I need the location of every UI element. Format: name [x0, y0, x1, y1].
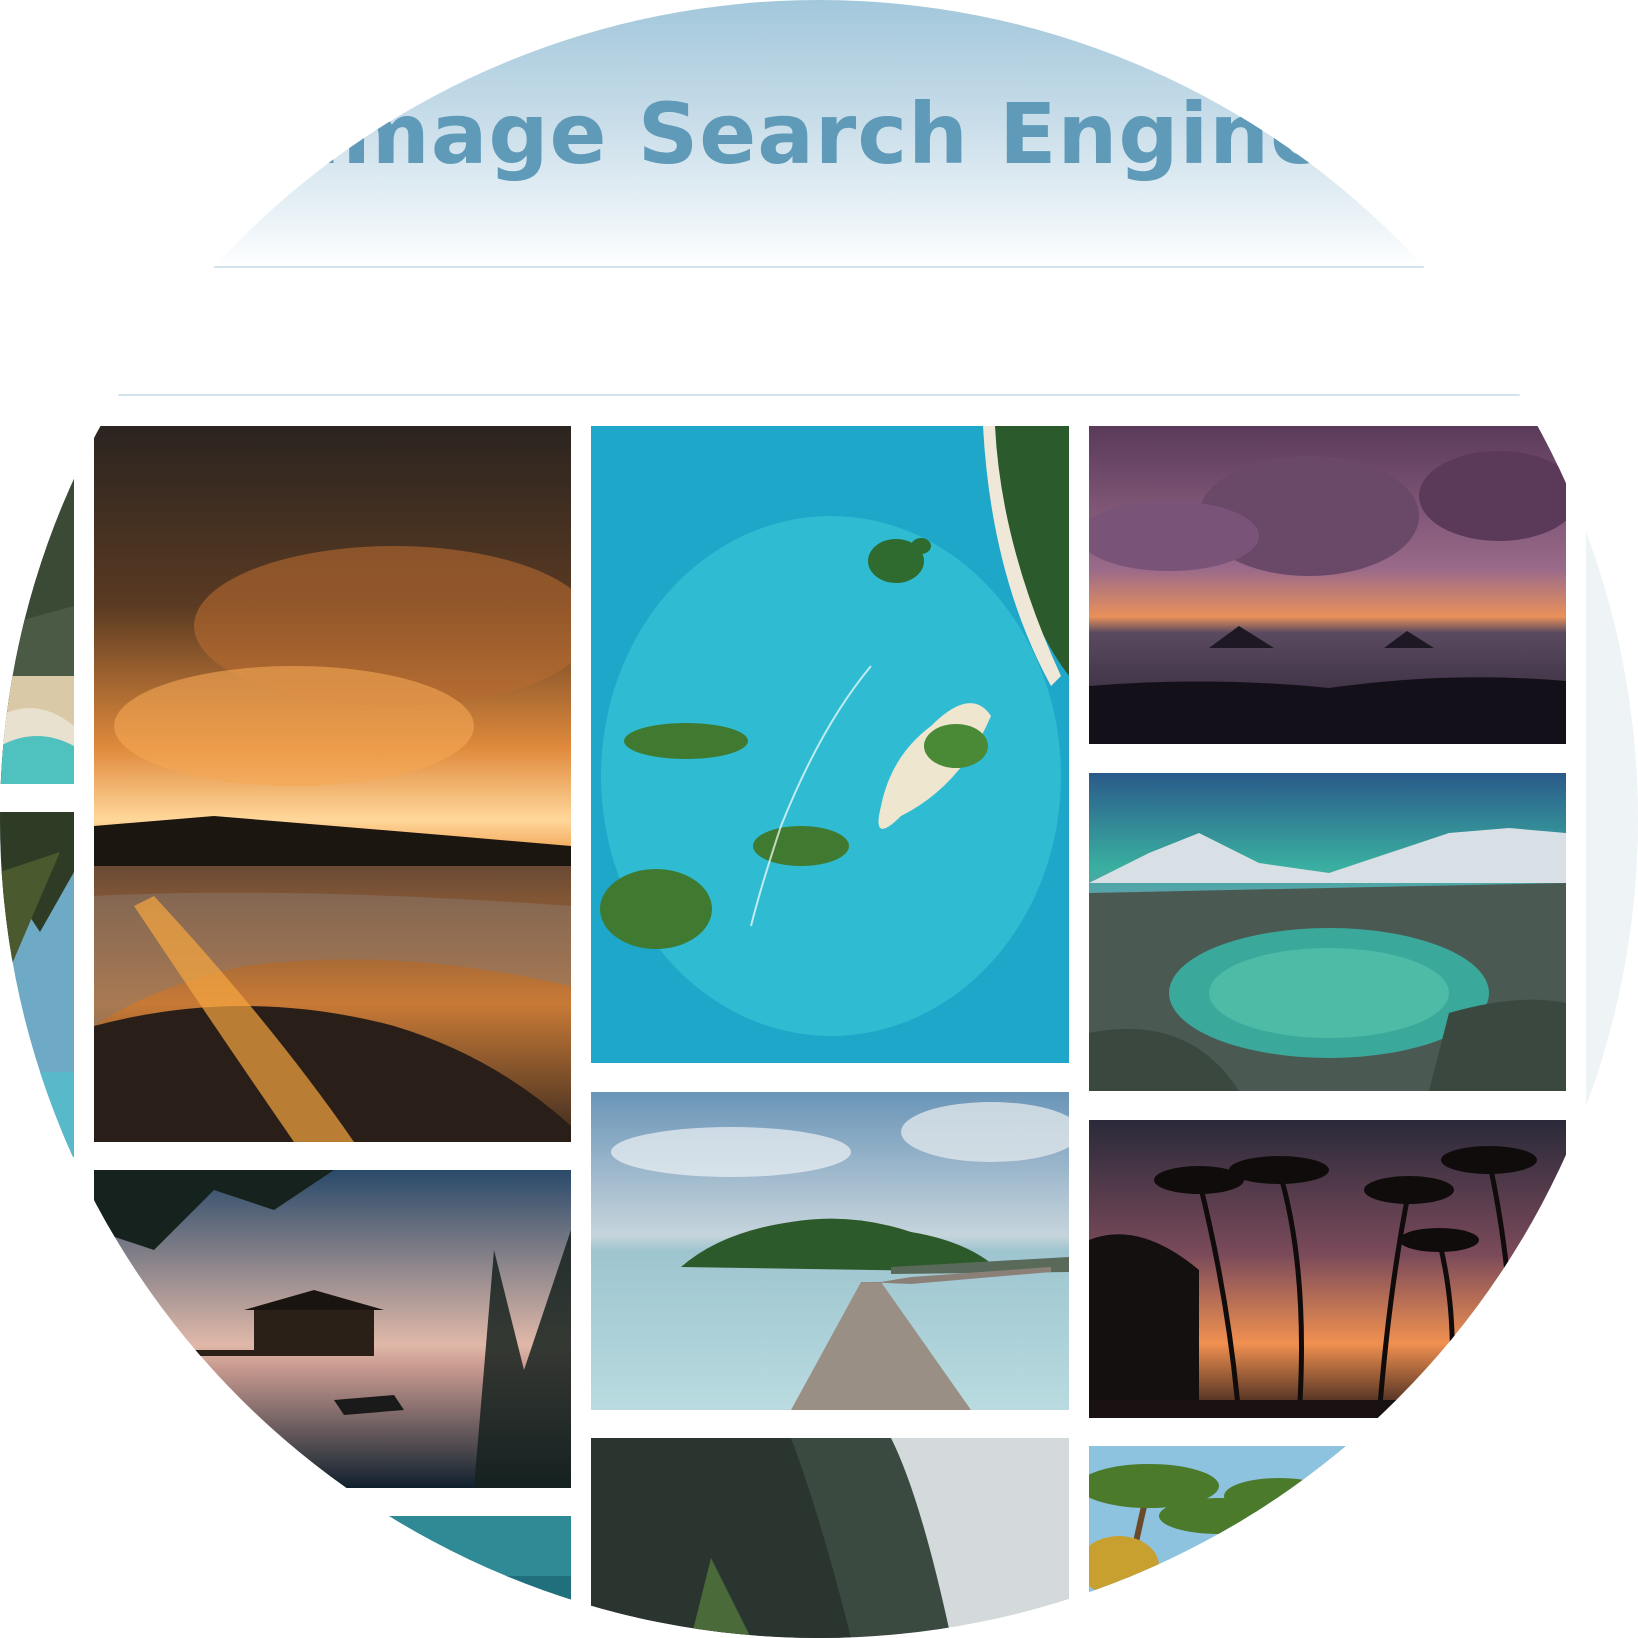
search-input[interactable] [120, 290, 1518, 390]
result-image-waterfall[interactable] [0, 426, 74, 784]
result-image-palm-silhouettes-sunset[interactable] [1089, 1120, 1566, 1418]
result-image-wooden-pier-island[interactable] [591, 1092, 1069, 1410]
result-image-orange-sunset-beach[interactable] [94, 426, 571, 1142]
search-divider [118, 394, 1520, 396]
result-image-aerial-turquoise-islands[interactable] [591, 426, 1069, 1063]
result-image-partial-right[interactable] [1586, 426, 1638, 1146]
result-image-purple-cloud-sunset-islets[interactable] [1089, 426, 1566, 744]
result-image-stilt-house-dusk[interactable] [94, 1170, 571, 1488]
app-viewport: Image Search Engine [0, 0, 1638, 1638]
result-image-limestone-cliff[interactable] [591, 1438, 1069, 1638]
header: Image Search Engine [0, 0, 1638, 268]
result-image-palm-lagoon[interactable] [0, 812, 74, 1157]
search-bar [120, 290, 1518, 390]
result-image-aurora-rock-pool[interactable] [1089, 773, 1566, 1091]
result-image-teal-sea[interactable] [94, 1516, 571, 1638]
page-title: Image Search Engine [309, 85, 1329, 183]
header-divider [212, 266, 1426, 268]
result-image-palm-trees-daylight[interactable] [1089, 1446, 1566, 1638]
